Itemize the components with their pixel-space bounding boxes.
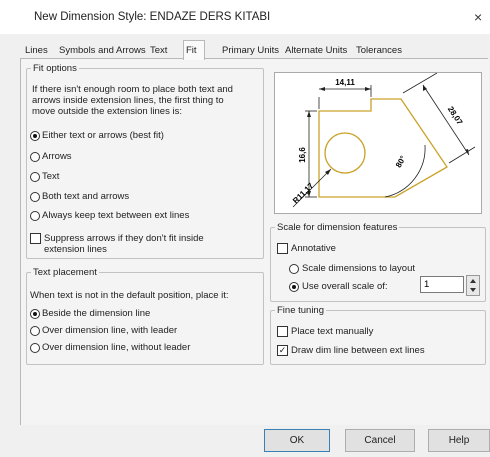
radio-best-fit-label[interactable]: Either text or arrows (best fit) bbox=[42, 130, 164, 141]
suppress-arrows-checkbox[interactable] bbox=[30, 233, 41, 244]
ok-button[interactable]: OK bbox=[264, 429, 330, 452]
radio-both-label[interactable]: Both text and arrows bbox=[42, 191, 129, 202]
fit-options-legend: Fit options bbox=[33, 63, 77, 74]
cancel-button[interactable]: Cancel bbox=[345, 429, 415, 452]
suppress-arrows-label-1[interactable]: Suppress arrows if they don't fit inside bbox=[44, 233, 204, 244]
text-placement-description: When text is not in the default position… bbox=[30, 290, 229, 301]
close-icon[interactable]: × bbox=[474, 9, 482, 25]
radio-over-with-leader-label[interactable]: Over dimension line, with leader bbox=[42, 325, 177, 336]
part-hole bbox=[324, 132, 366, 174]
radio-over-without-leader[interactable] bbox=[30, 343, 40, 353]
annotative-checkbox[interactable] bbox=[277, 243, 288, 254]
fit-description-line-2: arrows inside extension lines, the first… bbox=[32, 95, 224, 106]
help-button[interactable]: Help bbox=[428, 429, 490, 452]
draw-dim-line-checkbox[interactable]: ✓ bbox=[277, 345, 288, 356]
radio-both[interactable] bbox=[30, 192, 40, 202]
tab-primary-units[interactable]: Primary Units bbox=[220, 43, 281, 58]
preview-label-angle: 80° bbox=[394, 154, 408, 169]
suppress-arrows-label-2[interactable]: extension lines bbox=[44, 244, 107, 255]
preview-label-left: 16,6 bbox=[298, 147, 307, 163]
preview-label-radius: R11,17 bbox=[291, 181, 316, 206]
radio-beside-dim-line-label[interactable]: Beside the dimension line bbox=[42, 308, 150, 319]
radio-best-fit[interactable] bbox=[30, 131, 40, 141]
radio-over-without-leader-label[interactable]: Over dimension line, without leader bbox=[42, 342, 190, 353]
radio-scale-to-layout-label[interactable]: Scale dimensions to layout bbox=[302, 263, 415, 274]
radio-keep-between-label[interactable]: Always keep text between ext lines bbox=[42, 210, 189, 221]
preview-drawing: 14,11 16,6 28,07 80° R11,17 bbox=[291, 72, 476, 208]
preview-label-top: 14,11 bbox=[335, 78, 355, 87]
part-outline bbox=[318, 98, 448, 198]
place-text-manually-checkbox[interactable] bbox=[277, 326, 288, 337]
preview-pane: 14,11 16,6 28,07 80° R11,17 bbox=[274, 72, 482, 214]
fine-tuning-legend: Fine tuning bbox=[277, 305, 325, 316]
radio-text[interactable] bbox=[30, 172, 40, 182]
window-title: New Dimension Style: ENDAZE DERS KITABI bbox=[34, 11, 271, 23]
place-text-manually-label[interactable]: Place text manually bbox=[291, 326, 373, 337]
overall-scale-input[interactable] bbox=[420, 276, 464, 293]
radio-arrows-label[interactable]: Arrows bbox=[42, 151, 72, 162]
radio-over-with-leader[interactable] bbox=[30, 326, 40, 336]
radio-arrows[interactable] bbox=[30, 152, 40, 162]
text-placement-legend: Text placement bbox=[33, 267, 97, 278]
spinner-arrows-icon bbox=[470, 279, 476, 292]
tab-text[interactable]: Text bbox=[148, 43, 169, 58]
radio-scale-to-layout[interactable] bbox=[289, 264, 299, 274]
radio-overall-scale[interactable] bbox=[289, 282, 299, 292]
tab-symbols-and-arrows[interactable]: Symbols and Arrows bbox=[57, 43, 148, 58]
radio-overall-scale-label[interactable]: Use overall scale of: bbox=[302, 281, 388, 292]
scale-legend: Scale for dimension features bbox=[277, 222, 398, 233]
overall-scale-spinner[interactable] bbox=[466, 275, 480, 296]
tab-fit[interactable]: Fit bbox=[183, 40, 205, 60]
radio-beside-dim-line[interactable] bbox=[30, 309, 40, 319]
draw-dim-line-label[interactable]: Draw dim line between ext lines bbox=[291, 345, 425, 356]
tab-tolerances[interactable]: Tolerances bbox=[354, 43, 404, 58]
tab-alternate-units[interactable]: Alternate Units bbox=[283, 43, 349, 58]
radio-text-label[interactable]: Text bbox=[42, 171, 59, 182]
radio-keep-between[interactable] bbox=[30, 211, 40, 221]
annotative-label[interactable]: Annotative bbox=[291, 243, 336, 254]
fit-description-line-3: move outside the extension lines is: bbox=[32, 106, 182, 117]
fit-description-line-1: If there isn't enough room to place both… bbox=[32, 84, 233, 95]
tab-lines[interactable]: Lines bbox=[23, 43, 50, 58]
